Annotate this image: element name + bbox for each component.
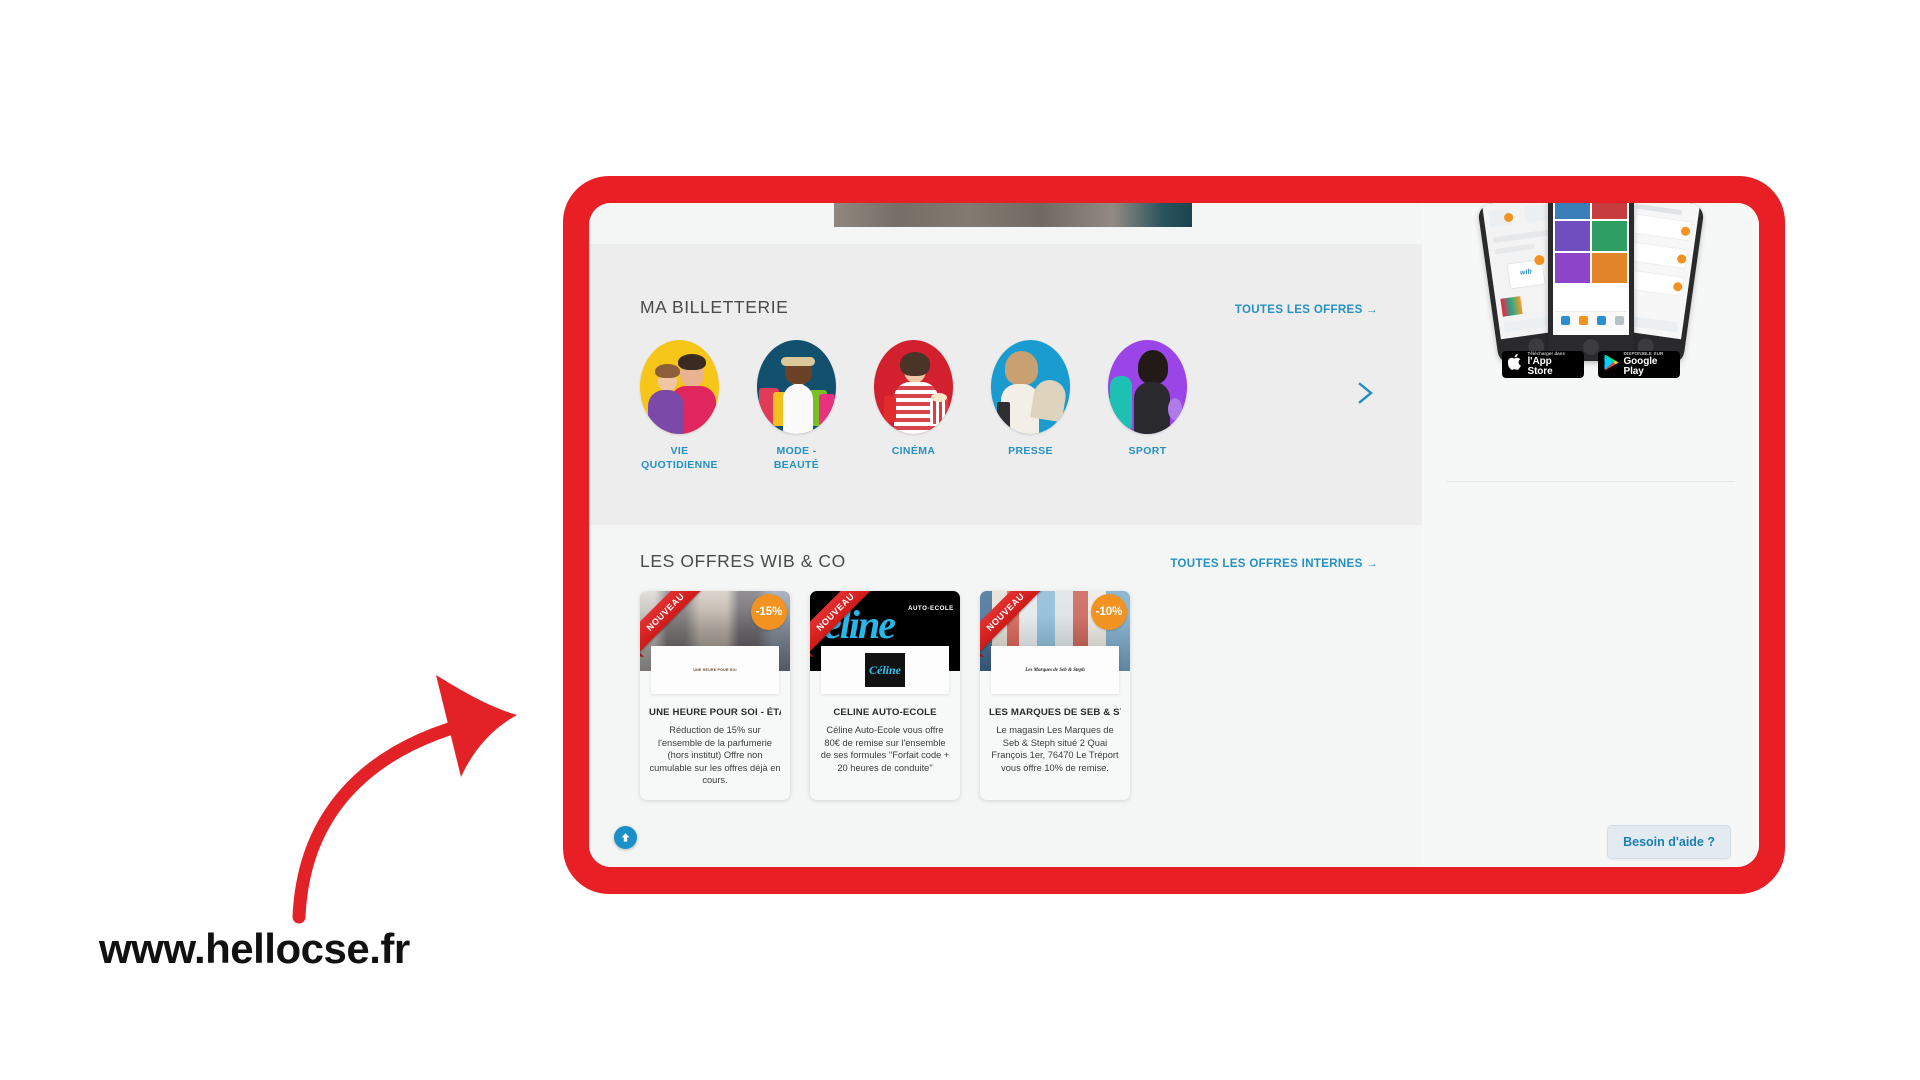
category-label: VIE QUOTIDIENNE: [641, 445, 718, 471]
offer-description: Réduction de 15% sur l'ensemble de la pa…: [649, 725, 781, 786]
app-store-badges: Télécharger dans l'App Store DISPONIBLE …: [1422, 351, 1759, 378]
offer-card[interactable]: NOUVEAU -15% UNE HEURE POUR SOI UNE HEUR…: [640, 591, 790, 800]
discount-badge: -15%: [751, 594, 787, 630]
offres-header: LES OFFRES WIB & CO TOUTES LES OFFRES IN…: [640, 551, 1378, 572]
google-play-icon: [1604, 354, 1619, 376]
billetterie-all-offers-link[interactable]: TOUTES LES OFFRES →: [1235, 304, 1378, 316]
offer-logo-text: Les Marques de Seb & Steph: [1025, 667, 1085, 673]
category-label: CINÉMA: [891, 445, 936, 457]
category-image: [757, 340, 836, 434]
chevron-right-icon[interactable]: [1352, 380, 1378, 406]
offres-title: LES OFFRES WIB & CO: [640, 551, 846, 571]
billetterie-section: MA BILLETTERIE TOUTES LES OFFRES → VIE Q…: [589, 244, 1422, 525]
main-column: MA BILLETTERIE TOUTES LES OFFRES → VIE Q…: [589, 203, 1422, 867]
offer-logo: Les Marques de Seb & Steph: [991, 646, 1119, 694]
offer-description: Le magasin Les Marques de Seb & Steph si…: [991, 725, 1119, 773]
offer-logo-text: Céline: [865, 653, 905, 687]
offer-body: UNE HEURE POUR SOI - ÉTAL... Réduction d…: [640, 701, 790, 787]
category-image: [1108, 340, 1187, 434]
right-sidebar: wib Télécharger dans l'App Store DISPONI…: [1422, 203, 1759, 867]
offer-logo-text: UNE HEURE POUR SOI: [693, 667, 737, 672]
offer-body: LES MARQUES DE SEB & STE... Le magasin L…: [980, 701, 1130, 774]
google-play-button[interactable]: DISPONIBLE SUR Google Play: [1597, 351, 1680, 378]
help-button-label: Besoin d'aide ?: [1623, 835, 1715, 849]
offer-logo: Céline: [821, 646, 949, 694]
site-url-text: www.hellocse.fr: [99, 925, 410, 972]
billetterie-title: MA BILLETTERIE: [640, 297, 789, 317]
offer-title: CELINE AUTO-ECOLE: [833, 707, 937, 718]
offer-description: Céline Auto-Ecole vous offre 80€ de remi…: [820, 725, 950, 773]
device-frame: MA BILLETTERIE TOUTES LES OFFRES → VIE Q…: [563, 176, 1785, 894]
billetterie-header: MA BILLETTERIE TOUTES LES OFFRES →: [640, 297, 1378, 318]
sidebar-divider: [1446, 481, 1735, 482]
help-button[interactable]: Besoin d'aide ?: [1607, 825, 1731, 859]
google-play-big-label: Google Play: [1623, 356, 1658, 378]
offres-all-internal-link[interactable]: TOUTES LES OFFRES INTERNES →: [1170, 558, 1378, 570]
category-mode-beaute[interactable]: MODE - BEAUTÉ: [757, 340, 836, 472]
app-phones-illustration: wib: [1476, 203, 1705, 366]
screen-content: MA BILLETTERIE TOUTES LES OFFRES → VIE Q…: [589, 203, 1759, 867]
offer-body: CELINE AUTO-ECOLE Céline Auto-Ecole vous…: [810, 701, 960, 774]
screenshot-root: MA BILLETTERIE TOUTES LES OFFRES → VIE Q…: [0, 0, 1920, 1080]
phone-center: [1547, 203, 1634, 361]
arrow-up-circle-icon[interactable]: [614, 826, 637, 849]
category-carousel[interactable]: VIE QUOTIDIENNE MODE - BEAUTÉ CINÉMA PRE…: [640, 340, 1360, 490]
offer-logo: UNE HEURE POUR SOI: [651, 646, 779, 694]
offres-section: LES OFFRES WIB & CO TOUTES LES OFFRES IN…: [589, 525, 1422, 867]
top-banner-image: [834, 203, 1192, 227]
category-image: [991, 340, 1070, 434]
category-sport[interactable]: SPORT: [1108, 340, 1187, 458]
annotation-arrow: [285, 655, 595, 925]
discount-badge: -10%: [1091, 594, 1127, 630]
category-image: [874, 340, 953, 434]
category-label: MODE - BEAUTÉ: [773, 445, 820, 471]
app-store-big-label: l'App Store: [1527, 356, 1553, 378]
app-store-button[interactable]: Télécharger dans l'App Store: [1501, 351, 1584, 378]
category-presse[interactable]: PRESSE: [991, 340, 1070, 458]
offer-cards-list: NOUVEAU -15% UNE HEURE POUR SOI UNE HEUR…: [640, 591, 1130, 800]
category-vie-quotidienne[interactable]: VIE QUOTIDIENNE: [640, 340, 719, 472]
apple-icon: [1507, 353, 1523, 376]
offer-title: LES MARQUES DE SEB & STE...: [989, 707, 1121, 718]
offer-title: UNE HEURE POUR SOI - ÉTAL...: [649, 707, 781, 718]
offer-card[interactable]: NOUVEAU -10% Les Marques de Seb & Steph …: [980, 591, 1130, 800]
category-label: SPORT: [1128, 445, 1167, 457]
category-cinema[interactable]: CINÉMA: [874, 340, 953, 458]
category-label: PRESSE: [1008, 445, 1053, 457]
category-image: [640, 340, 719, 434]
offer-card[interactable]: éline AUTO-ECOLE NOUVEAU Céline CELINE A…: [810, 591, 960, 800]
